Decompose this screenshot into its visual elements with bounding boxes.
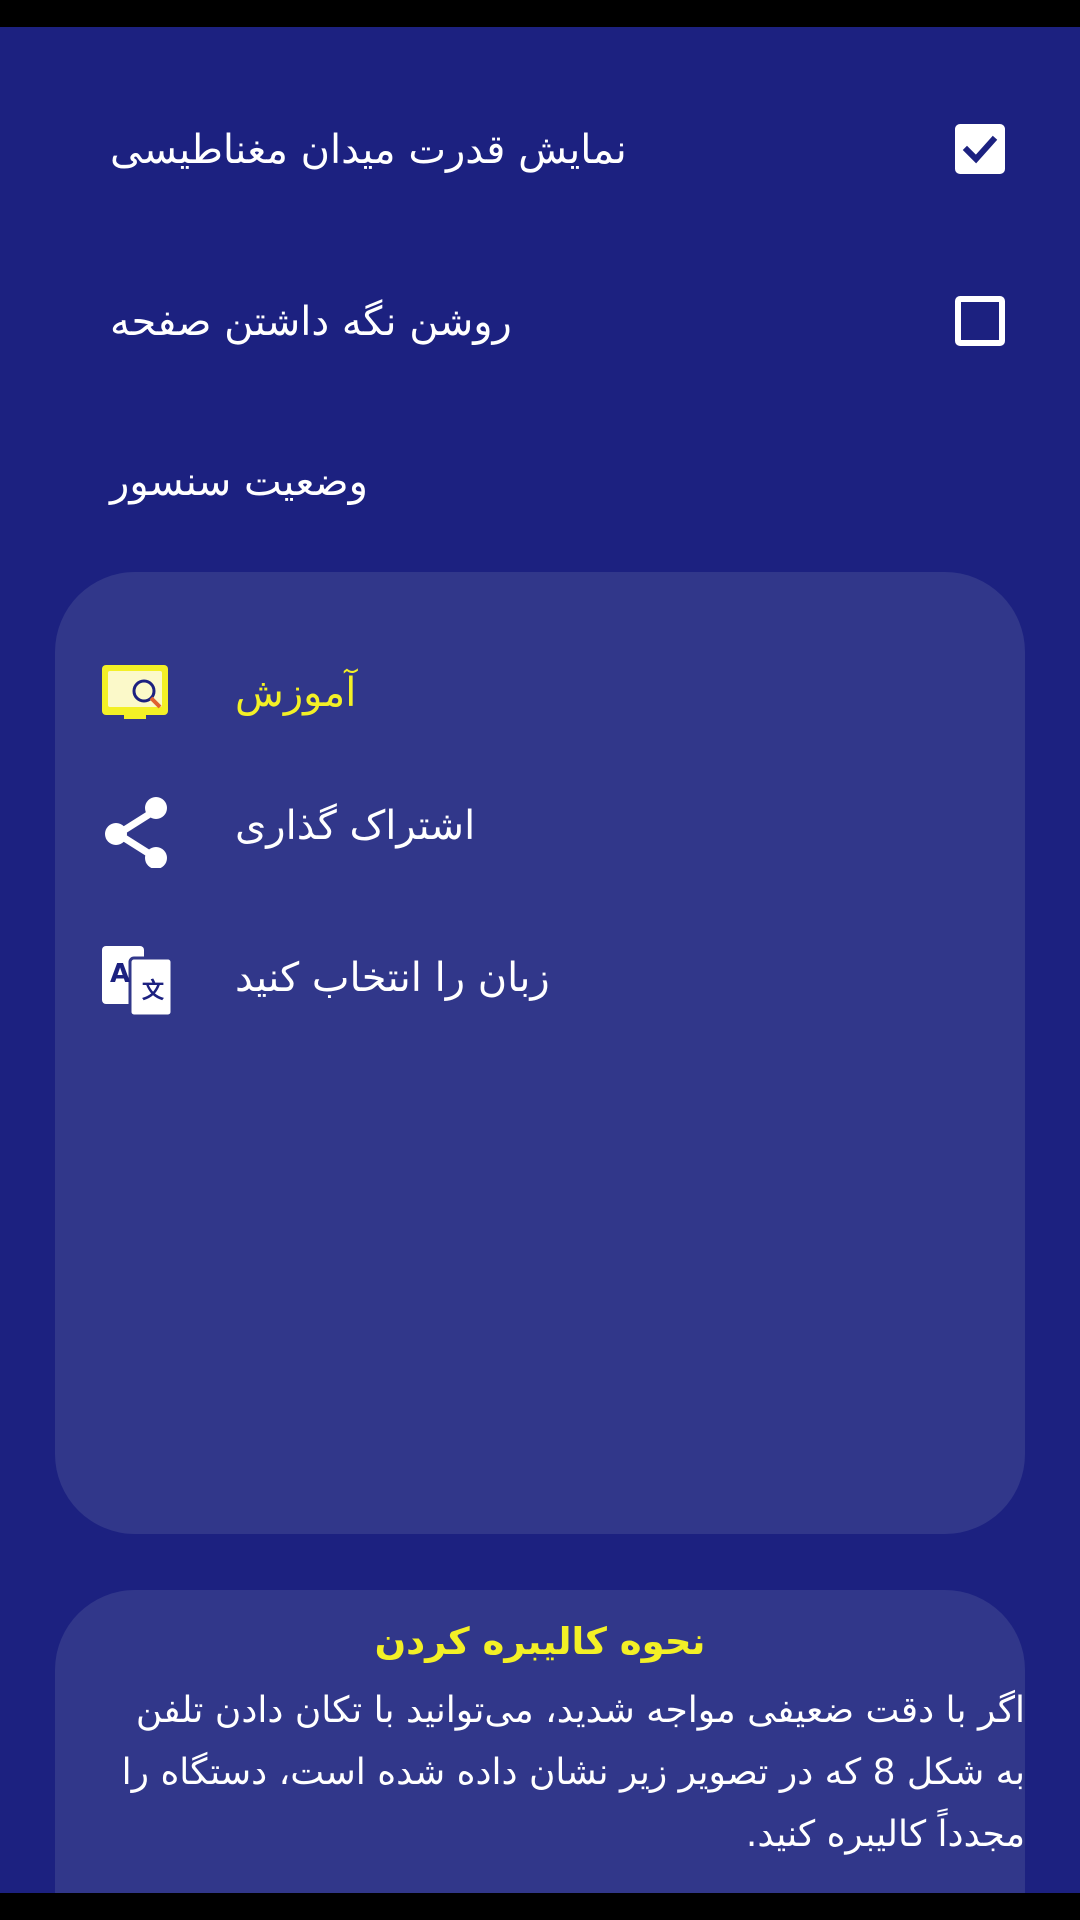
menu-item-tutorial-label: آموزش: [235, 670, 357, 716]
svg-text:A: A: [110, 959, 130, 989]
tutorial-book-icon: [100, 661, 174, 725]
status-bar: [0, 0, 1080, 27]
setting-magnetic-strength-row[interactable]: نمایش قدرت میدان مغناطیسی: [0, 90, 1080, 210]
setting-magnetic-strength-label: نمایش قدرت میدان مغناطیسی: [110, 127, 627, 173]
calibration-body: اگر با دقت ضعیفی مواجه شدید، می‌توانید ب…: [121, 1690, 1025, 1855]
menu-item-language[interactable]: A 文 زبان را انتخاب کنید: [55, 928, 1025, 1028]
checkmark-icon: [962, 135, 998, 164]
svg-text:文: 文: [142, 978, 165, 1004]
navigation-bar: [0, 1893, 1080, 1920]
setting-keep-screen-on-row[interactable]: روشن نگه داشتن صفحه: [0, 262, 1080, 382]
setting-sensor-status-row[interactable]: وضعیت سنسور: [0, 422, 1080, 542]
menu-item-language-label: زبان را انتخاب کنید: [235, 955, 550, 1001]
keep-screen-on-checkbox[interactable]: [955, 296, 1005, 346]
menu-item-share[interactable]: اشتراک گذاری: [55, 776, 1025, 876]
menu-item-tutorial[interactable]: آموزش: [55, 643, 1025, 743]
share-icon: [100, 794, 174, 869]
setting-sensor-status-label: وضعیت سنسور: [110, 459, 368, 505]
translate-icon: A 文: [100, 946, 174, 1018]
calibration-card: نحوه کالیبره کردن اگر با دقت ضعیفی مواجه…: [55, 1590, 1025, 1920]
menu-item-share-label: اشتراک گذاری: [235, 803, 476, 849]
calibration-title: نحوه کالیبره کردن: [374, 1620, 706, 1663]
magnetic-strength-checkbox[interactable]: [955, 124, 1005, 174]
setting-keep-screen-on-label: روشن نگه داشتن صفحه: [110, 299, 512, 345]
